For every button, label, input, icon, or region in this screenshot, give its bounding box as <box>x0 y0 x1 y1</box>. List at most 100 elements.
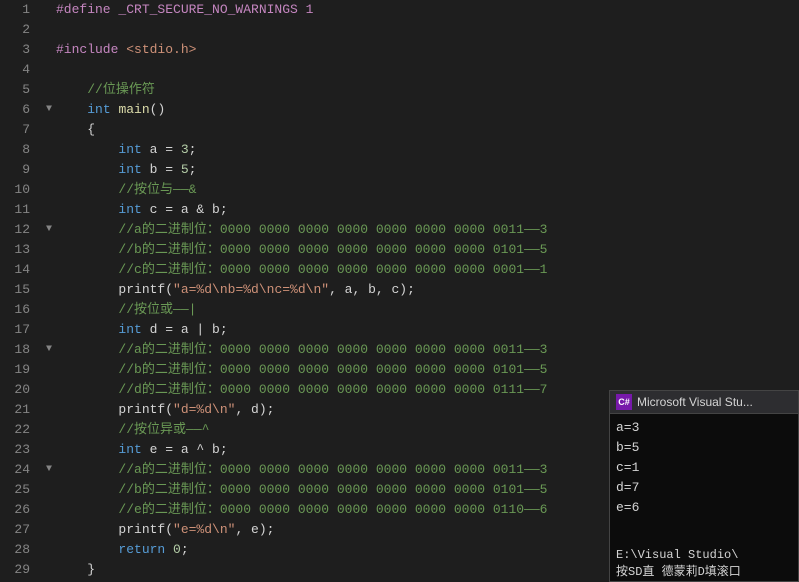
code-content-1: #define _CRT_SECURE_NO_WARNINGS 1 <box>56 0 313 20</box>
line-number-22: 22 <box>0 420 30 440</box>
code-segment: int <box>118 202 141 217</box>
code-segment <box>56 142 118 157</box>
code-line-9: int b = 5; <box>38 160 799 180</box>
output-line: e=6 <box>616 498 792 518</box>
code-content-20: //d的二进制位：0000 0000 0000 0000 0000 0000 0… <box>56 380 547 400</box>
code-segment: printf( <box>118 402 173 417</box>
line-number-21: 21 <box>0 400 30 420</box>
code-content-27: printf("e=%d\n", e); <box>56 520 274 540</box>
code-segment <box>56 442 118 457</box>
code-content-15: printf("a=%d\nb=%d\nc=%d\n", a, b, c); <box>56 280 415 300</box>
line-number-2: 2 <box>0 20 30 40</box>
code-content-8: int a = 3; <box>56 140 196 160</box>
code-segment: 0 <box>173 542 181 557</box>
code-segment: 3 <box>181 142 189 157</box>
output-line: c=1 <box>616 458 792 478</box>
code-segment: int <box>118 322 141 337</box>
code-content-28: return 0; <box>56 540 189 560</box>
code-line-11: int c = a & b; <box>38 200 799 220</box>
code-content-12: //a的二进制位：0000 0000 0000 0000 0000 0000 0… <box>56 220 547 240</box>
fold-icon[interactable]: ▼ <box>46 340 52 360</box>
line-number-10: 10 <box>0 180 30 200</box>
code-segment <box>56 242 118 257</box>
code-content-6: int main() <box>56 100 165 120</box>
line-number-12: 12 <box>0 220 30 240</box>
code-segment: b = <box>142 162 181 177</box>
code-content-26: //e的二进制位：0000 0000 0000 0000 0000 0000 0… <box>56 500 547 520</box>
code-content-2 <box>56 20 64 40</box>
code-segment <box>56 342 118 357</box>
code-content-24: //a的二进制位：0000 0000 0000 0000 0000 0000 0… <box>56 460 547 480</box>
fold-icon[interactable]: ▼ <box>46 460 52 480</box>
code-line-5: //位操作符 <box>38 80 799 100</box>
code-segment <box>56 102 87 117</box>
line-number-29: 29 <box>0 560 30 580</box>
code-line-3: #include <stdio.h> <box>38 40 799 60</box>
vs-icon: C# <box>616 394 632 410</box>
code-segment <box>56 262 118 277</box>
code-content-25: //b的二进制位：0000 0000 0000 0000 0000 0000 0… <box>56 480 547 500</box>
code-segment: a = <box>142 142 181 157</box>
code-segment: //e的二进制位：0000 0000 0000 0000 0000 0000 0… <box>118 502 547 517</box>
line-number-19: 19 <box>0 360 30 380</box>
code-line-6: ▼ int main() <box>38 100 799 120</box>
fold-gutter-24[interactable]: ▼ <box>42 460 56 480</box>
code-segment: int <box>118 142 141 157</box>
code-segment <box>56 222 118 237</box>
line-number-27: 27 <box>0 520 30 540</box>
code-segment: #include <box>56 42 126 57</box>
code-line-2 <box>38 20 799 40</box>
code-segment <box>56 162 118 177</box>
code-segment: int <box>118 442 141 457</box>
code-content-3: #include <stdio.h> <box>56 40 196 60</box>
code-segment: //c的二进制位：0000 0000 0000 0000 0000 0000 0… <box>118 262 547 277</box>
code-segment: main <box>118 102 149 117</box>
fold-gutter-6[interactable]: ▼ <box>42 100 56 120</box>
code-segment: "a=%d\nb=%d\nc=%d\n" <box>173 282 329 297</box>
line-number-1: 1 <box>0 0 30 20</box>
code-segment <box>56 542 118 557</box>
editor-container: 1234567891011121314151617181920212223242… <box>0 0 799 582</box>
code-line-15: printf("a=%d\nb=%d\nc=%d\n", a, b, c); <box>38 280 799 300</box>
output-line: d=7 <box>616 478 792 498</box>
code-segment: d = a | b; <box>142 322 228 337</box>
code-content-5: //位操作符 <box>56 80 155 100</box>
line-number-17: 17 <box>0 320 30 340</box>
code-segment: //b的二进制位：0000 0000 0000 0000 0000 0000 0… <box>118 362 547 377</box>
code-segment: } <box>56 562 95 577</box>
code-segment: //d的二进制位：0000 0000 0000 0000 0000 0000 0… <box>118 382 547 397</box>
code-segment: //按位异或——^ <box>118 422 209 437</box>
code-segment: //a的二进制位：0000 0000 0000 0000 0000 0000 0… <box>118 342 547 357</box>
code-segment <box>56 502 118 517</box>
code-segment: <stdio.h> <box>126 42 196 57</box>
code-content-9: int b = 5; <box>56 160 196 180</box>
code-segment: //按位或——| <box>118 302 196 317</box>
line-number-20: 20 <box>0 380 30 400</box>
code-segment <box>56 302 118 317</box>
code-segment <box>56 482 118 497</box>
fold-icon[interactable]: ▼ <box>46 220 52 240</box>
code-segment: //按位与——& <box>118 182 196 197</box>
fold-gutter-12[interactable]: ▼ <box>42 220 56 240</box>
fold-gutter-18[interactable]: ▼ <box>42 340 56 360</box>
line-number-6: 6 <box>0 100 30 120</box>
line-number-28: 28 <box>0 540 30 560</box>
line-number-18: 18 <box>0 340 30 360</box>
output-titlebar: C# Microsoft Visual Stu... <box>610 391 798 414</box>
code-content-22: //按位异或——^ <box>56 420 209 440</box>
code-content-10: //按位与——& <box>56 180 196 200</box>
code-content-11: int c = a & b; <box>56 200 228 220</box>
code-segment: printf( <box>118 522 173 537</box>
code-segment: , e); <box>235 522 274 537</box>
code-segment: //b的二进制位：0000 0000 0000 0000 0000 0000 0… <box>118 482 547 497</box>
code-content-4 <box>56 60 64 80</box>
output-footer-line1: E:\Visual Studio\ <box>616 548 792 562</box>
line-number-9: 9 <box>0 160 30 180</box>
code-segment: () <box>150 102 166 117</box>
code-content-21: printf("d=%d\n", d); <box>56 400 274 420</box>
code-line-14: //c的二进制位：0000 0000 0000 0000 0000 0000 0… <box>38 260 799 280</box>
code-segment <box>56 362 118 377</box>
line-number-25: 25 <box>0 480 30 500</box>
code-segment <box>56 422 118 437</box>
fold-icon[interactable]: ▼ <box>46 100 52 120</box>
